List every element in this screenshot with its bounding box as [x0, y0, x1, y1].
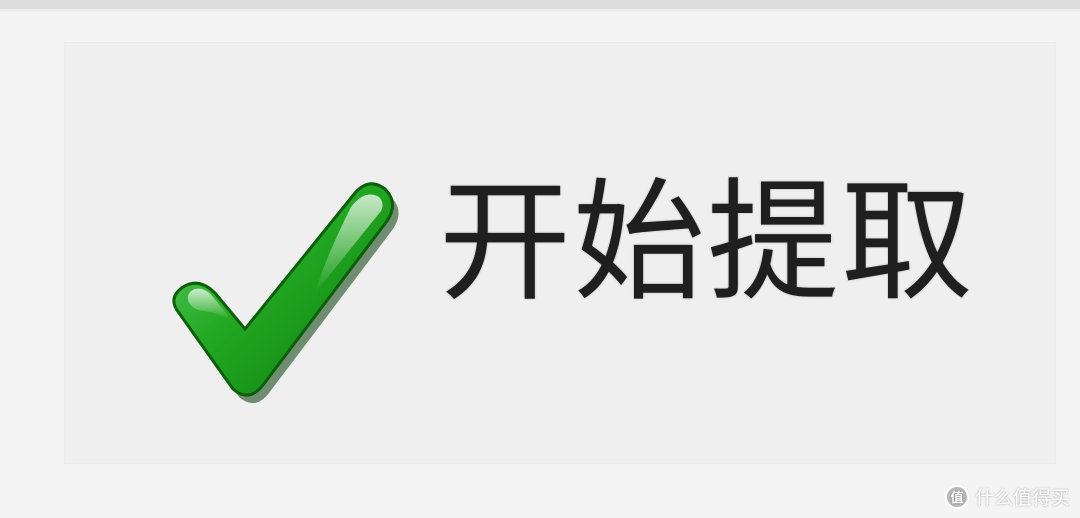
- start-extract-label: 开始提取: [439, 166, 975, 320]
- start-extract-button[interactable]: 开始提取: [64, 42, 1056, 464]
- screenshot-canvas: 开始提取 值 什么值得买: [0, 0, 1080, 518]
- watermark-text: 什么值得买: [974, 487, 1070, 509]
- top-border-strip: [0, 0, 1080, 12]
- watermark-logo-icon: 值: [944, 484, 969, 509]
- checkmark-icon: [145, 163, 405, 423]
- site-watermark: 值 什么值得买: [944, 483, 1070, 510]
